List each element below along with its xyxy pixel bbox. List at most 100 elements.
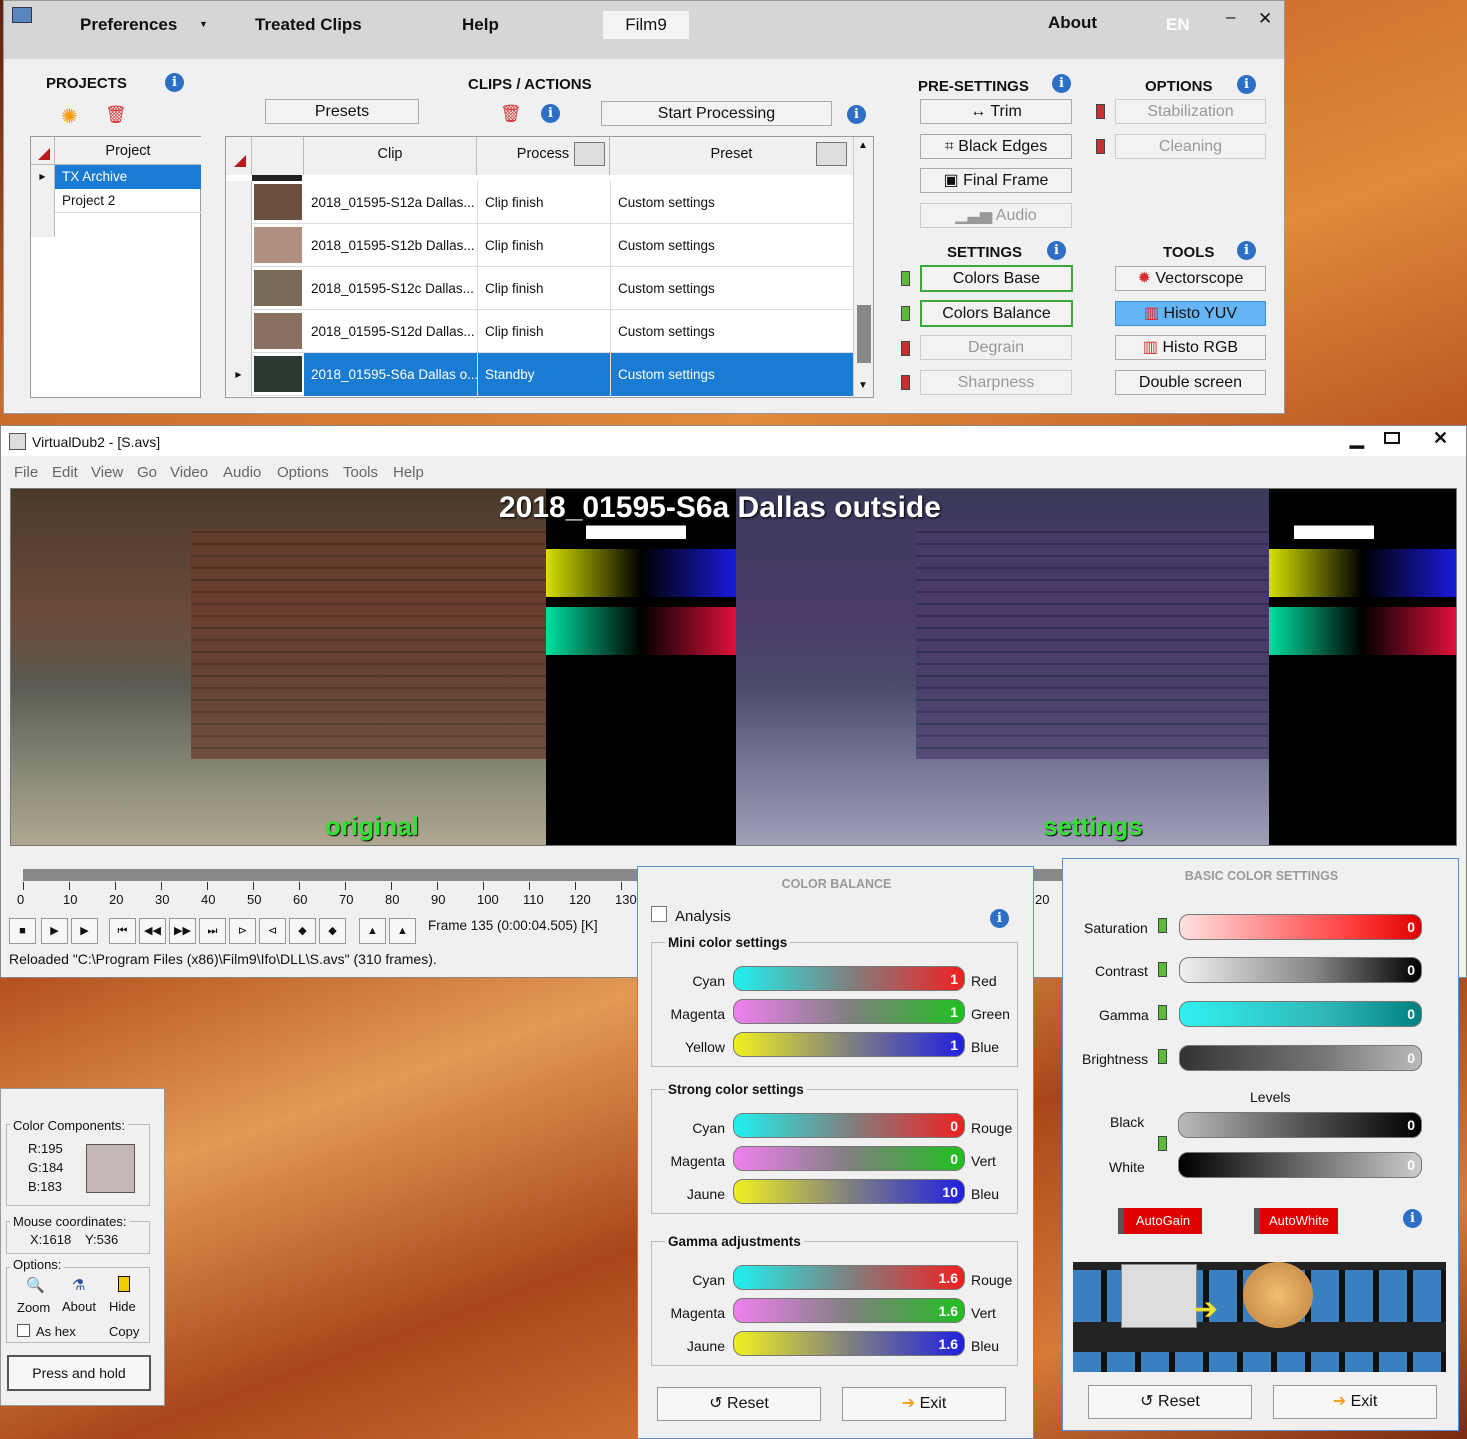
hide-button[interactable]: Hide <box>109 1299 136 1314</box>
menu-treated-clips[interactable]: Treated Clips <box>255 15 362 35</box>
analysis-checkbox[interactable] <box>651 906 667 922</box>
next-key-icon[interactable]: ▶▶ <box>169 918 196 944</box>
vdub-app-icon[interactable] <box>9 433 26 450</box>
clips-info-icon[interactable]: i <box>541 104 560 123</box>
row-selector[interactable] <box>226 181 252 224</box>
mark-out-icon[interactable]: ⊲ <box>259 918 286 944</box>
row-selector[interactable]: ▶ <box>31 165 55 189</box>
row-selector[interactable] <box>226 224 252 267</box>
processing-info-icon[interactable]: i <box>847 105 866 124</box>
menu-view[interactable]: View <box>91 464 123 481</box>
clip-row[interactable]: 2018_01595-S12c Dallas... Clip finish Cu… <box>226 267 853 310</box>
menu-preferences[interactable]: Preferences <box>80 15 177 35</box>
sel-start-icon[interactable]: ▲ <box>359 918 386 944</box>
color-balance-slider[interactable]: 10 <box>733 1179 965 1204</box>
autowhite-button[interactable]: AutoWhite <box>1254 1208 1338 1234</box>
scroll-up-icon[interactable]: ▲ <box>858 140 868 151</box>
presets-button[interactable]: Presets <box>265 99 419 124</box>
final-frame-button[interactable]: ▣ Final Frame <box>920 168 1072 193</box>
column-menu-icon[interactable] <box>816 142 847 166</box>
exit-button[interactable]: ➔ Exit <box>842 1387 1006 1421</box>
color-balance-slider[interactable]: 1 <box>733 966 965 991</box>
hide-icon[interactable] <box>118 1276 130 1292</box>
contrast-slider[interactable]: 0 <box>1179 957 1422 983</box>
gamma-slider[interactable]: 0 <box>1179 1001 1422 1027</box>
audio-button[interactable]: ▁▃▅ Audio <box>920 203 1072 228</box>
press-and-hold-button[interactable]: Press and hold <box>7 1355 151 1391</box>
saturation-slider[interactable]: 0 <box>1179 914 1422 940</box>
menu-video[interactable]: Video <box>170 464 208 481</box>
menu-audio[interactable]: Audio <box>223 464 261 481</box>
color-balance-slider[interactable]: 1.6 <box>733 1265 965 1290</box>
trash-icon[interactable]: 🗑 <box>500 104 522 124</box>
end-icon[interactable]: ⏭ <box>199 918 226 944</box>
language-toggle[interactable]: EN <box>1166 15 1190 35</box>
film9-badge[interactable]: Film9 <box>603 11 689 39</box>
cleaning-button[interactable]: Cleaning <box>1115 134 1266 159</box>
project-column-header[interactable]: Project <box>55 137 201 165</box>
trim-button[interactable]: ↔ Trim <box>920 99 1072 124</box>
double-screen-button[interactable]: Double screen <box>1115 370 1266 395</box>
menu-about[interactable]: About <box>1048 13 1097 33</box>
gear-icon[interactable]: ✺ <box>61 104 78 129</box>
column-menu-icon[interactable] <box>574 142 605 166</box>
clips-scrollbar[interactable]: ▲ ▼ <box>853 137 873 397</box>
clip-row[interactable]: 2018_01595-S12a Dallas... Clip finish Cu… <box>226 181 853 224</box>
row-selector[interactable] <box>226 310 252 353</box>
menu-options[interactable]: Options <box>277 464 329 481</box>
clip-row[interactable]: 2018_01595-S12b Dallas... Clip finish Cu… <box>226 224 853 267</box>
degrain-button[interactable]: Degrain <box>920 335 1072 360</box>
scroll-thumb[interactable] <box>857 305 871 363</box>
menu-go[interactable]: Go <box>137 464 157 481</box>
minimize-button[interactable]: – <box>1226 7 1235 27</box>
autogain-button[interactable]: AutoGain <box>1118 1208 1202 1234</box>
trash-icon[interactable]: 🗑 <box>105 105 127 125</box>
close-button[interactable]: ✕ <box>1258 9 1272 29</box>
stabilization-button[interactable]: Stabilization <box>1115 99 1266 124</box>
settings-info-icon[interactable]: i <box>1047 241 1066 260</box>
black-edges-button[interactable]: ⌗ Black Edges <box>920 134 1072 159</box>
colors-balance-button[interactable]: Colors Balance <box>920 300 1073 327</box>
menu-file[interactable]: File <box>14 464 38 481</box>
maximize-icon[interactable] <box>1384 432 1400 444</box>
vectorscope-button[interactable]: ✹ Vectorscope <box>1115 266 1266 291</box>
brightness-slider[interactable]: 0 <box>1179 1045 1422 1071</box>
options-info-icon[interactable]: i <box>1237 75 1256 94</box>
clip-column-header[interactable]: Clip <box>304 137 477 175</box>
clip-row[interactable]: ▶ 2018_01595-S6a Dallas o... Standby Cus… <box>226 353 853 396</box>
reset-button[interactable]: ↺ Reset <box>1088 1385 1252 1419</box>
close-icon[interactable]: ✕ <box>1433 428 1448 449</box>
black-slider[interactable]: 0 <box>1178 1112 1422 1138</box>
color-balance-slider[interactable]: 0 <box>733 1146 965 1171</box>
row-selector[interactable] <box>31 213 55 237</box>
sharpness-button[interactable]: Sharpness <box>920 370 1072 395</box>
row-selector[interactable]: ▶ <box>226 353 252 396</box>
color-balance-slider[interactable]: 1 <box>733 1032 965 1057</box>
prev-key-icon[interactable]: ◀◀ <box>139 918 166 944</box>
copy-button[interactable]: Copy <box>109 1324 139 1339</box>
scene-prev-icon[interactable]: ◆ <box>289 918 316 944</box>
zoom-button[interactable]: Zoom <box>17 1300 50 1315</box>
row-selector[interactable] <box>226 267 252 310</box>
zoom-icon[interactable]: 🔍 <box>26 1276 45 1294</box>
colors-base-button[interactable]: Colors Base <box>920 265 1073 292</box>
as-hex-checkbox[interactable] <box>17 1324 30 1337</box>
scene-next-icon[interactable]: ◆ <box>319 918 346 944</box>
white-slider[interactable]: 0 <box>1178 1152 1422 1178</box>
project-row-selected[interactable]: TX Archive <box>55 165 201 189</box>
about-button[interactable]: About <box>62 1299 96 1314</box>
clip-row[interactable]: 2018_01595-S12d Dallas... Clip finish Cu… <box>226 310 853 353</box>
histo-rgb-button[interactable]: ▥ Histo RGB <box>1115 335 1266 360</box>
color-balance-slider[interactable]: 1.6 <box>733 1331 965 1356</box>
basic-info-icon[interactable]: i <box>1403 1209 1422 1228</box>
mark-in-icon[interactable]: ⊳ <box>229 918 256 944</box>
sel-end-icon[interactable]: ▲ <box>389 918 416 944</box>
menu-help[interactable]: Help <box>462 15 499 35</box>
frame-indicator[interactable]: Frame 135 (0:00:04.505) [K] <box>428 918 638 940</box>
start-processing-button[interactable]: Start Processing <box>601 101 832 126</box>
app-icon[interactable] <box>12 7 32 23</box>
color-balance-info-icon[interactable]: i <box>990 909 1009 928</box>
chevron-down-icon[interactable]: ▼ <box>199 19 208 29</box>
color-balance-slider[interactable]: 1 <box>733 999 965 1024</box>
minimize-icon[interactable]: ▁ <box>1350 428 1364 449</box>
